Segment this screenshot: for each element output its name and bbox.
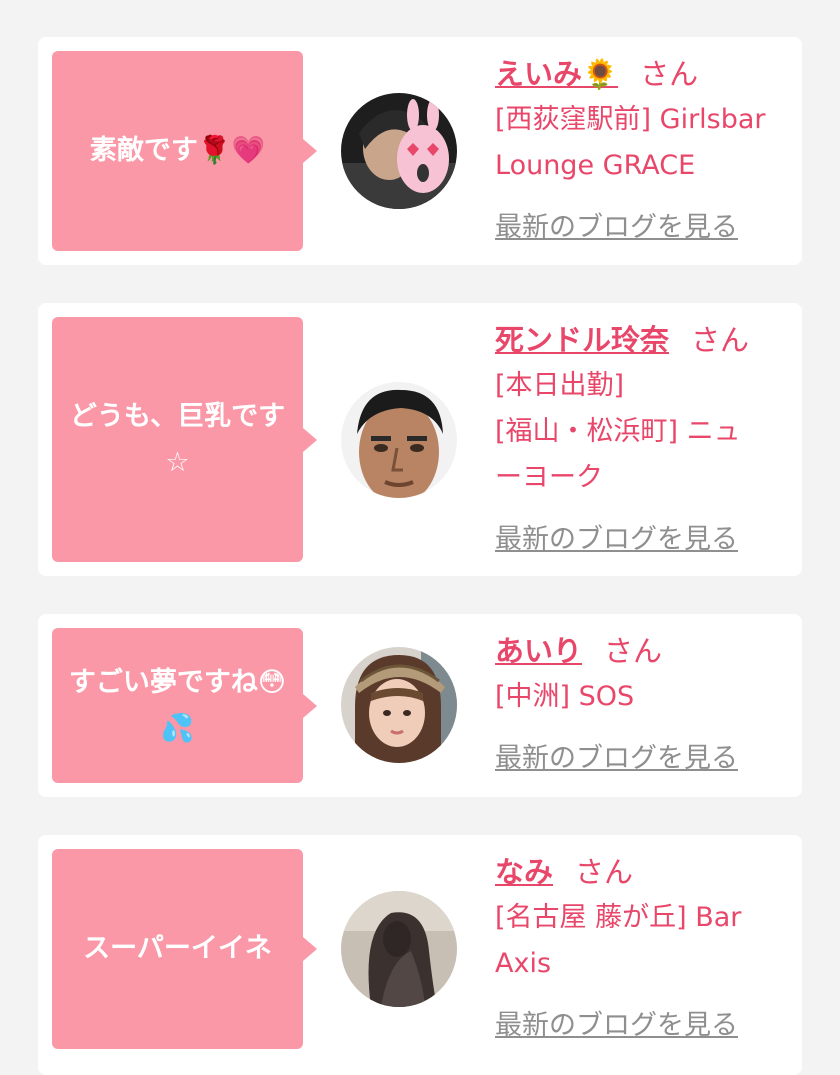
- item-info: えいみ🌻 さん [西荻窪駅前] Girlsbar Lounge GRACE 最新の…: [495, 51, 788, 251]
- honorific: さん: [575, 855, 634, 889]
- avatar[interactable]: [341, 93, 457, 209]
- honorific: さん: [640, 57, 699, 91]
- avatar[interactable]: [341, 647, 457, 763]
- comment-text: どうも、巨乳です☆: [69, 400, 286, 478]
- user-name-link[interactable]: 死ンドル玲奈: [495, 323, 669, 357]
- comment-bubble: すごい夢ですね😳💦: [52, 628, 317, 783]
- shop-info-line: [西荻窪駅前] Girlsbar: [495, 104, 766, 135]
- shop-info-line: Axis: [495, 948, 552, 979]
- shop-info-line: [福山・松浜町] ニュ: [495, 416, 741, 447]
- shop-info-line: [本日出勤]: [495, 370, 625, 401]
- list-item: すごい夢ですね😳💦 あいり さん [中洲] SOS 最新のブログを見る: [38, 614, 802, 797]
- comment-list: 素敵です🌹💗 えいみ🌻さん [西荻窪駅前] Girlsbar Lounge G: [0, 0, 840, 1075]
- avatar[interactable]: [341, 382, 457, 498]
- shop-info-line: [名古屋 藤が丘] Bar: [495, 902, 742, 933]
- item-info: あいり さん [中洲] SOS 最新のブログを見る: [495, 628, 788, 782]
- latest-blog-link[interactable]: 最新のブログを見る: [495, 517, 738, 563]
- avatar[interactable]: [341, 891, 457, 1007]
- honorific: さん: [604, 634, 663, 668]
- comment-text: スーパーイイネ: [83, 933, 272, 964]
- item-info: なみ さん [名古屋 藤が丘] Bar Axis 最新のブログを見る: [495, 849, 788, 1049]
- shop-info-line: Lounge GRACE: [495, 150, 696, 181]
- list-item: 素敵です🌹💗 えいみ🌻さん [西荻窪駅前] Girlsbar Lounge G: [38, 37, 802, 265]
- user-name-link[interactable]: あいり: [495, 634, 582, 668]
- latest-blog-link[interactable]: 最新のブログを見る: [495, 1003, 738, 1049]
- latest-blog-link[interactable]: 最新のブログを見る: [495, 205, 738, 251]
- user-name-link[interactable]: なみ: [495, 855, 553, 889]
- shop-info-line: ーヨーク: [495, 462, 603, 493]
- honorific: さん: [691, 323, 750, 357]
- comment-bubble: どうも、巨乳です☆: [52, 317, 317, 562]
- user-name-link[interactable]: えいみ🌻: [495, 57, 618, 91]
- comment-text: すごい夢ですね😳💦: [68, 666, 287, 744]
- list-item: スーパーイイネ なみ さん [名古屋 藤が丘] Bar Axis 最新のブログを見…: [38, 835, 802, 1075]
- comment-bubble: 素敵です🌹💗: [52, 51, 317, 251]
- item-info: 死ンドル玲奈 さん [本日出勤] [福山・松浜町] ニュ ーヨーク 最新のブログを…: [495, 317, 788, 563]
- list-item: どうも、巨乳です☆ 死ンドル玲奈 さん [本日出勤] [福山・松浜町] ニュ ーヨ…: [38, 303, 802, 576]
- latest-blog-link[interactable]: 最新のブログを見る: [495, 736, 738, 782]
- shop-info-line: [中洲] SOS: [495, 681, 635, 712]
- comment-bubble: スーパーイイネ: [52, 849, 317, 1049]
- comment-text: 素敵です🌹💗: [89, 135, 266, 166]
